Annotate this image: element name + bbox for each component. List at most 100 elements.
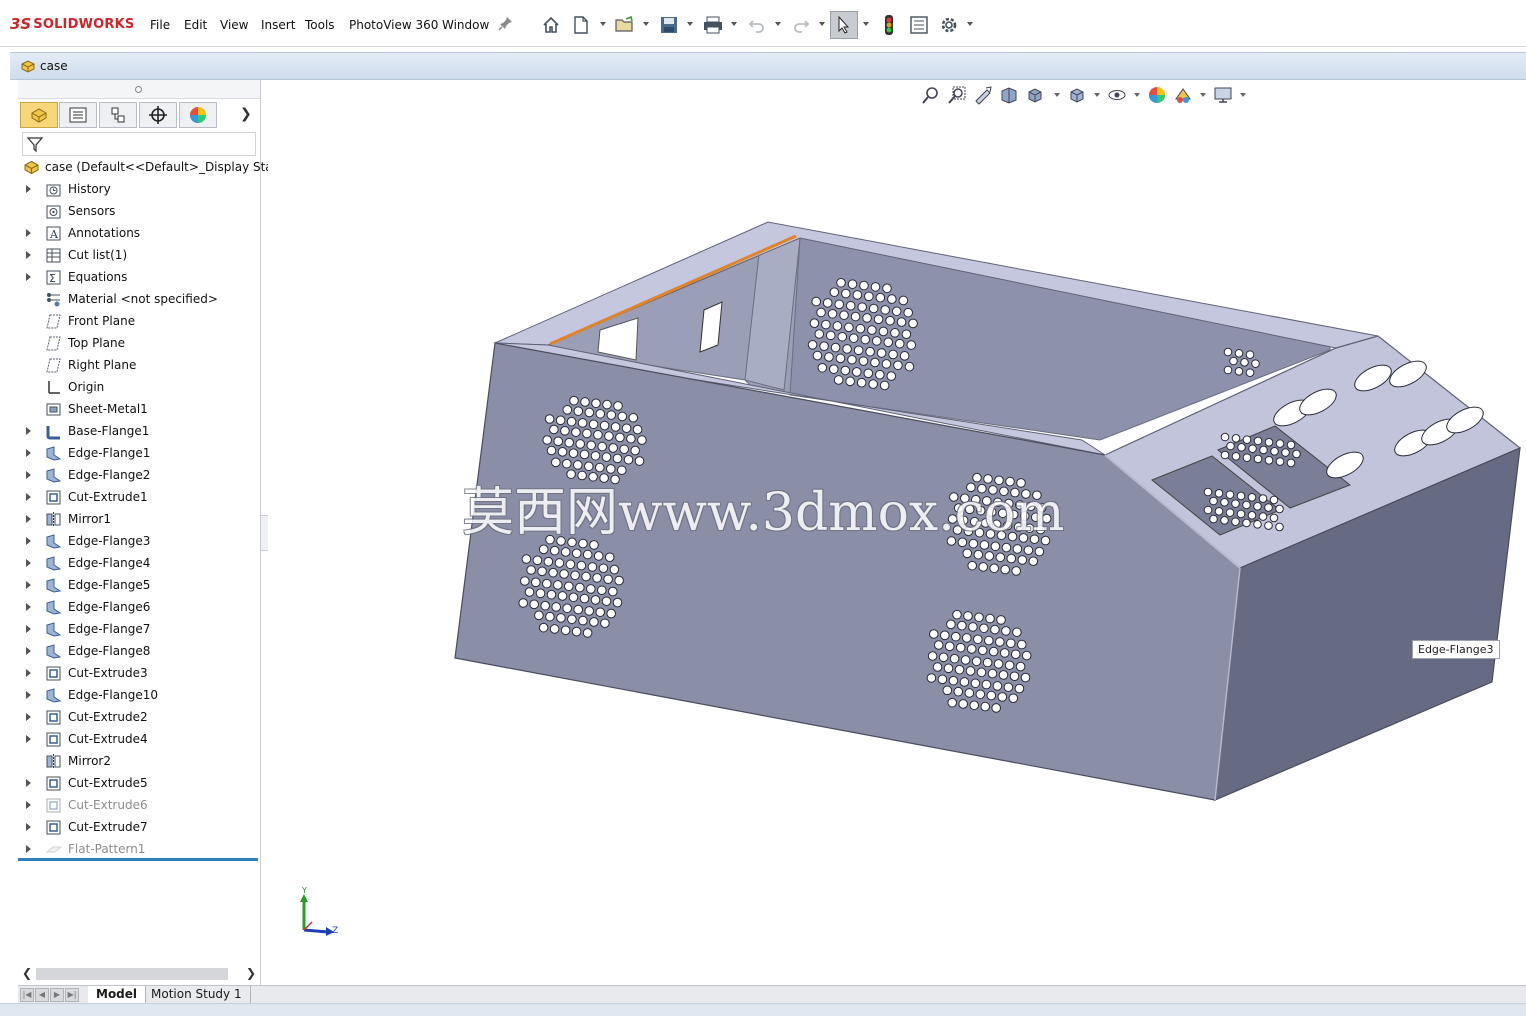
tree-item[interactable]: Cut-Extrude3 <box>18 662 260 684</box>
dimxpert-manager-tab[interactable] <box>139 102 177 128</box>
home-icon[interactable] <box>538 12 564 38</box>
tree-item[interactable]: Mirror1 <box>18 508 260 530</box>
rollback-bar[interactable] <box>18 858 258 861</box>
tree-item[interactable]: Cut-Extrude6 <box>18 794 260 816</box>
view-settings-icon[interactable] <box>1212 84 1234 106</box>
expand-arrow-icon[interactable] <box>26 515 31 523</box>
tree-item[interactable]: Edge-Flange7 <box>18 618 260 640</box>
tree-item[interactable]: History <box>18 178 260 200</box>
tree-filter[interactable] <box>22 132 256 156</box>
pin-icon[interactable] <box>498 15 514 31</box>
apply-scene-dropdown[interactable] <box>1200 93 1206 97</box>
tree-item[interactable]: A Annotations <box>18 222 260 244</box>
tree-item[interactable]: Sheet-Metal1 <box>18 398 260 420</box>
tree-item[interactable]: Origin <box>18 376 260 398</box>
file-properties-icon[interactable] <box>906 12 932 38</box>
section-view-icon[interactable] <box>998 84 1020 106</box>
hide-show-dropdown[interactable] <box>1134 93 1140 97</box>
display-style-dropdown[interactable] <box>1094 93 1100 97</box>
first-tab-icon[interactable]: |◀ <box>20 988 34 1002</box>
undo-dropdown-arrow[interactable] <box>775 22 781 26</box>
expand-arrow-icon[interactable] <box>26 823 31 831</box>
tree-item[interactable]: Edge-Flange2 <box>18 464 260 486</box>
menu-view[interactable]: View <box>220 18 248 32</box>
view-settings-dropdown[interactable] <box>1240 93 1246 97</box>
tree-item[interactable]: Cut-Extrude7 <box>18 816 260 838</box>
view-orientation-dropdown[interactable] <box>1054 93 1060 97</box>
tab-model[interactable]: Model <box>88 986 147 1004</box>
options-gear-icon[interactable] <box>936 12 962 38</box>
display-style-icon[interactable] <box>1066 84 1088 106</box>
expand-arrow-icon[interactable] <box>26 471 31 479</box>
tree-item[interactable]: Front Plane <box>18 310 260 332</box>
tree-item[interactable]: Cut list(1) <box>18 244 260 266</box>
configuration-manager-tab[interactable] <box>99 102 137 128</box>
prev-tab-icon[interactable]: ◀ <box>35 988 49 1002</box>
expand-arrow-icon[interactable] <box>26 713 31 721</box>
view-orientation-icon[interactable] <box>1024 84 1046 106</box>
select-cursor-icon[interactable] <box>830 11 858 39</box>
tree-item[interactable]: Edge-Flange4 <box>18 552 260 574</box>
new-dropdown-arrow[interactable] <box>600 22 606 26</box>
zoom-to-fit-icon[interactable] <box>920 84 942 106</box>
scroll-left-icon[interactable]: ❮ <box>22 966 32 980</box>
tree-item[interactable]: Base-Flange1 <box>18 420 260 442</box>
redo-dropdown-arrow[interactable] <box>819 22 825 26</box>
expand-arrow-icon[interactable] <box>26 273 31 281</box>
tree-item[interactable]: Edge-Flange6 <box>18 596 260 618</box>
new-document-icon[interactable] <box>568 12 594 38</box>
redo-icon[interactable] <box>788 12 814 38</box>
property-manager-tab[interactable] <box>59 102 97 128</box>
open-dropdown-arrow[interactable] <box>643 22 649 26</box>
hide-show-items-icon[interactable] <box>1106 84 1128 106</box>
last-tab-icon[interactable]: ▶| <box>65 988 79 1002</box>
menu-file[interactable]: File <box>150 18 170 32</box>
tree-item[interactable]: Material <not specified> <box>18 288 260 310</box>
menu-photoview[interactable]: PhotoView 360 <box>349 18 438 32</box>
expand-arrow-icon[interactable] <box>26 735 31 743</box>
menu-edit[interactable]: Edit <box>184 18 207 32</box>
expand-arrow-icon[interactable] <box>26 647 31 655</box>
menu-tools[interactable]: Tools <box>305 18 335 32</box>
expand-arrow-icon[interactable] <box>26 581 31 589</box>
tree-item[interactable]: Flat-Pattern1 <box>18 838 260 860</box>
save-dropdown-arrow[interactable] <box>687 22 693 26</box>
tab-navigation-arrows[interactable]: |◀ ◀ ▶ ▶| <box>20 988 82 1002</box>
solidworks-logo[interactable]: 3S SOLIDWORKS <box>10 12 134 36</box>
expand-arrow-icon[interactable] <box>26 691 31 699</box>
undo-icon[interactable] <box>744 12 770 38</box>
display-manager-tab[interactable] <box>179 102 217 128</box>
filter-icon[interactable] <box>26 135 44 153</box>
expand-arrow-icon[interactable] <box>26 559 31 567</box>
tree-item[interactable]: Cut-Extrude1 <box>18 486 260 508</box>
expand-arrow-icon[interactable] <box>26 537 31 545</box>
print-dropdown-arrow[interactable] <box>731 22 737 26</box>
tree-item[interactable]: Mirror2 <box>18 750 260 772</box>
scrollbar-thumb[interactable] <box>36 968 228 980</box>
tree-item[interactable]: Σ Equations <box>18 266 260 288</box>
previous-view-icon[interactable] <box>972 84 994 106</box>
panel-grip[interactable] <box>18 80 260 99</box>
chevron-right-icon[interactable]: ❯ <box>240 106 252 122</box>
select-dropdown-arrow[interactable] <box>863 22 869 26</box>
expand-arrow-icon[interactable] <box>26 185 31 193</box>
rebuild-traffic-light-icon[interactable] <box>876 12 902 38</box>
tree-item[interactable]: Cut-Extrude5 <box>18 772 260 794</box>
apply-scene-icon[interactable] <box>1172 84 1194 106</box>
tree-item[interactable]: Sensors <box>18 200 260 222</box>
zoom-to-area-icon[interactable] <box>946 84 968 106</box>
expand-arrow-icon[interactable] <box>26 603 31 611</box>
tree-item[interactable]: Edge-Flange5 <box>18 574 260 596</box>
tree-item[interactable]: Edge-Flange8 <box>18 640 260 662</box>
edit-appearance-icon[interactable] <box>1146 84 1168 106</box>
open-folder-icon[interactable] <box>612 12 638 38</box>
tree-item[interactable]: Right Plane <box>18 354 260 376</box>
expand-arrow-icon[interactable] <box>26 251 31 259</box>
tree-root-part[interactable]: case (Default<<Default>_Display State 1 <box>18 156 296 178</box>
expand-arrow-icon[interactable] <box>26 779 31 787</box>
options-dropdown-arrow[interactable] <box>967 22 973 26</box>
tab-motion-study[interactable]: Motion Study 1 <box>143 986 251 1004</box>
print-icon[interactable] <box>700 12 726 38</box>
tree-item[interactable]: Top Plane <box>18 332 260 354</box>
expand-arrow-icon[interactable] <box>26 449 31 457</box>
